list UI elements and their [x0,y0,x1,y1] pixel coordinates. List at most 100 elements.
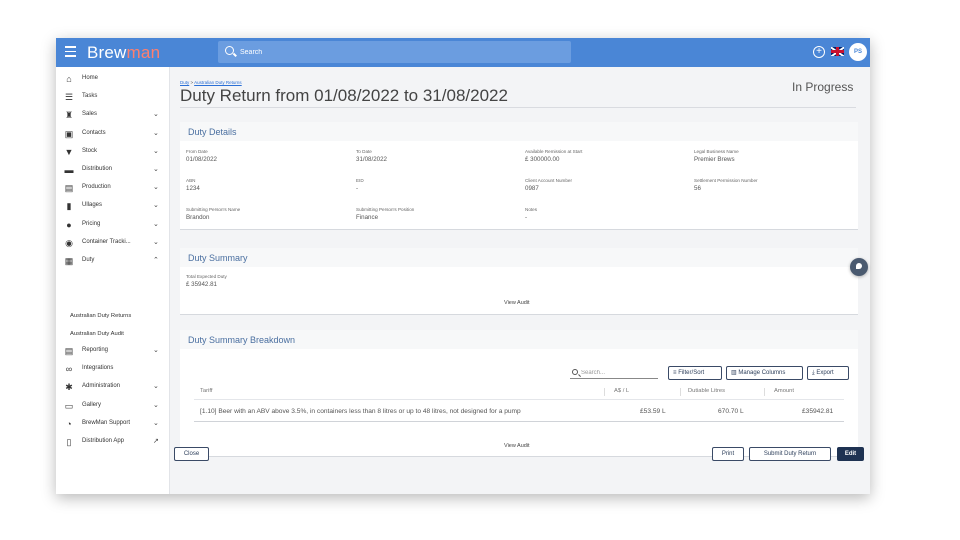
search-icon [225,46,234,55]
global-search-input[interactable] [240,45,540,59]
sidebar-item-australian-duty-audit[interactable]: Australian Duty Audit [70,331,124,337]
sidebar-item-home[interactable]: ⌂ Home [56,71,170,87]
sidebar-item-administration[interactable]: ✱ Administration ⌄ [56,379,170,395]
sidebar-item-label: Home [82,75,99,81]
sidebar-item-label: BrewMan Support [82,419,131,426]
search-icon [572,369,578,375]
settlement-permission-number-value: 56 [694,185,701,192]
sidebar-item-brewman-support[interactable]: ◔ BrewMan Support ⌄ [56,416,170,432]
sidebar-item-distribution[interactable]: ▬ Distribution ⌄ [56,162,170,178]
pricing-icon: ● [66,219,72,230]
sidebar-item-label: Integrations [82,365,114,372]
funnel-icon: ▼ [64,146,74,157]
submit-duty-return-button[interactable]: Submit Duty Return [749,447,831,461]
to-date-label: To Date [356,149,372,154]
target-icon: ◉ [65,237,73,248]
bottle-icon: ▮ [66,201,72,212]
sidebar-item-tasks[interactable]: ☰ Tasks [56,89,170,105]
chevron-up-icon[interactable]: ⌃ [153,256,159,264]
avatar[interactable]: PS [849,43,867,61]
menu-icon[interactable] [65,46,76,57]
table-cell-rate: £53.59 L [640,408,666,415]
table-search-input[interactable] [581,368,653,378]
close-button[interactable]: Close [174,447,209,461]
card-header: Duty Summary [180,248,858,267]
column-header-rate[interactable]: A$ / L [614,388,629,394]
sidebar-item-reporting[interactable]: ▤ Reporting ⌄ [56,343,170,359]
status-badge: In Progress [792,80,854,94]
notes-label: Notes [525,207,538,212]
contacts-icon: ▣ [64,128,74,139]
sidebar-item-container-tracki[interactable]: ◉ Container Tracki... ⌄ [56,235,170,251]
phone-icon: ▯ [66,437,72,447]
logo-text: Brew [87,43,127,62]
table-row-divider [194,421,844,422]
sidebar-item-duty[interactable]: ▦ Duty ⌃ [56,253,170,269]
notes-value: - [525,214,528,221]
sidebar-item-distribution-app[interactable]: ▯ Distribution App ↗ [56,434,170,450]
chevron-down-icon[interactable]: ⌄ [153,419,159,427]
sidebar-item-integrations[interactable]: ∞ Integrations [56,361,170,377]
manage-columns-button[interactable]: ▥ Manage Columns [726,366,803,380]
filter-icon: ≡ [673,370,677,376]
main-content: Duty > Australian Duty Returns Duty Retu… [170,67,870,494]
column-header-amount[interactable]: Amount [774,388,794,394]
logo[interactable]: Brewman [87,43,160,63]
from-date-label: From Date [186,149,208,154]
divider [194,399,844,400]
uk-flag-icon[interactable] [831,47,844,56]
edit-button[interactable]: Edit [837,447,864,461]
sidebar-item-gallery[interactable]: ▭ Gallery ⌄ [56,398,170,414]
table-search[interactable] [570,367,658,379]
sidebar-item-pricing[interactable]: ● Pricing ⌄ [56,217,170,233]
chevron-down-icon[interactable]: ⌄ [153,183,159,191]
chevron-down-icon[interactable]: ⌄ [153,147,159,155]
chevron-down-icon[interactable]: ⌄ [153,238,159,246]
manage-columns-label: Manage Columns [738,370,786,376]
sidebar-item-label: Distribution [82,166,113,172]
sidebar-item-ullages[interactable]: ▮ Ullages ⌄ [56,198,170,214]
breadcrumb-duty-returns-link[interactable]: Australian Duty Returns [194,80,242,85]
logo-accent-text: man [126,43,161,62]
sidebar-item-label: Ullages [82,202,103,209]
available-remission-at-start-label: Available Remission at Start [525,149,583,154]
global-search[interactable] [218,41,571,63]
external-link-icon[interactable]: ↗ [153,437,159,445]
top-bar: Brewman + PS [56,38,870,67]
sidebar-item-label: Tasks [82,93,98,100]
chevron-down-icon[interactable]: ⌄ [153,382,159,390]
print-button[interactable]: Print [712,447,744,461]
add-icon[interactable]: + [813,46,825,58]
sidebar-item-contacts[interactable]: ▣ Contacts ⌄ [56,126,170,142]
submitting-person-s-name-label: Submitting Person's Name [186,207,241,212]
view-audit-link[interactable]: View Audit [504,443,530,449]
export-button[interactable]: ⤓ Export [807,366,849,380]
chat-help-icon[interactable] [850,258,868,276]
sidebar-item-production[interactable]: ▤ Production ⌄ [56,180,170,196]
column-header-dutiable-litres[interactable]: Dutiable Litres [688,388,725,394]
sidebar-item-label: Contacts [82,129,106,136]
chevron-down-icon[interactable]: ⌄ [153,129,159,137]
eid-label: EID [356,178,364,183]
sidebar-item-australian-duty-returns[interactable]: Australian Duty Returns [70,313,131,319]
duty-breakdown-card: Duty Summary Breakdown ≡ Filter/Sort ▥ M… [180,330,858,457]
chevron-down-icon[interactable]: ⌄ [153,346,159,354]
sidebar-item-sales[interactable]: ♜ Sales ⌄ [56,107,170,123]
column-header-tariff[interactable]: Tariff [200,388,212,394]
chevron-down-icon[interactable]: ⌄ [153,110,159,118]
from-date-value: 01/08/2022 [186,156,217,163]
view-audit-link[interactable]: View Audit [504,300,530,306]
chevron-down-icon[interactable]: ⌄ [153,165,159,173]
breadcrumb-duty-link[interactable]: Duty [180,80,189,85]
duty-summary-card: Duty Summary Total Expected Duty £ 35942… [180,248,858,315]
export-icon: ⤓ [812,370,815,376]
chevron-down-icon[interactable]: ⌄ [153,220,159,228]
chevron-down-icon[interactable]: ⌄ [153,401,159,409]
column-divider [680,388,681,396]
chevron-down-icon[interactable]: ⌄ [153,201,159,209]
sidebar-item-stock[interactable]: ▼ Stock ⌄ [56,144,170,160]
sidebar-item-label: Gallery [82,401,102,408]
filter-sort-button[interactable]: ≡ Filter/Sort [668,366,722,380]
abn-label: ABN [186,178,196,183]
app-window: Brewman + PS ⌂ Home ☰ Tasks ♜ Sales ⌄ ▣ Contacts… [56,38,870,494]
